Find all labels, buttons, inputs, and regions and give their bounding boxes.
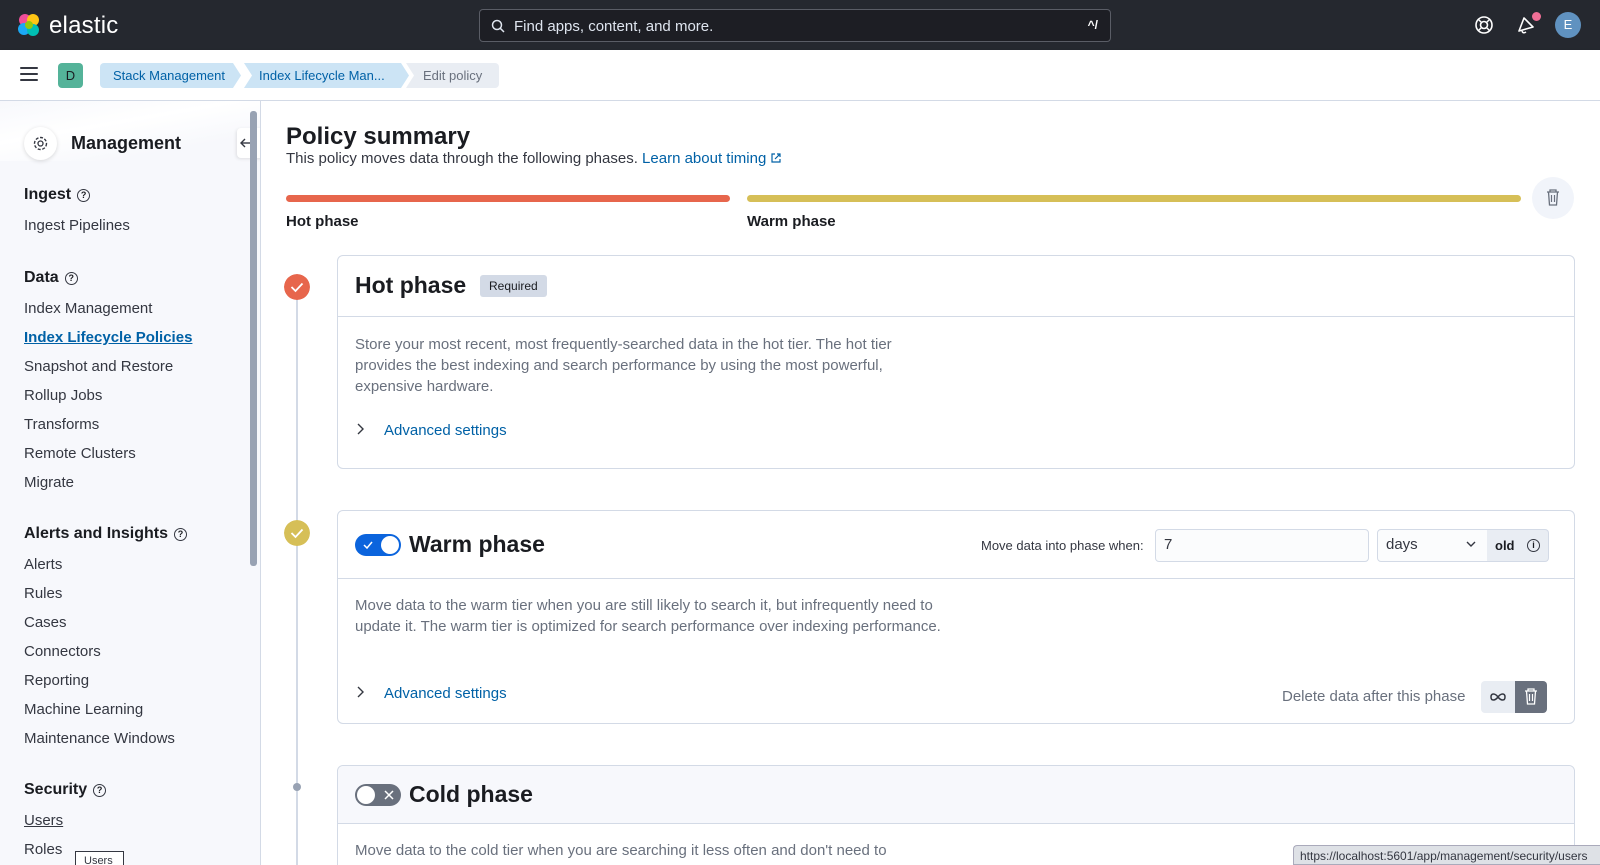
breadcrumb-bar: D Stack Management Index Lifecycle Man..… <box>0 50 1600 101</box>
breadcrumb-stack-management[interactable]: Stack Management <box>100 63 241 88</box>
check-icon <box>363 541 373 550</box>
min-age-append: old i <box>1487 529 1549 562</box>
trash-icon <box>1547 189 1559 206</box>
user-avatar[interactable]: E <box>1555 12 1581 38</box>
search-icon <box>491 19 505 33</box>
hot-phase-bar <box>286 195 730 202</box>
keep-forever-button[interactable] <box>1481 681 1515 713</box>
cross-icon <box>384 790 394 800</box>
warm-phase-bar <box>747 195 1521 202</box>
info-icon: i <box>1527 539 1540 552</box>
global-search-input[interactable]: Find apps, content, and more. ^/ <box>479 9 1111 42</box>
hot-phase-panel: Hot phase Required Store your most recen… <box>337 255 1575 469</box>
sidebar-item-transforms[interactable]: Transforms <box>24 416 99 433</box>
notification-dot <box>1532 12 1541 21</box>
breadcrumb-index-lifecycle[interactable]: Index Lifecycle Man... <box>244 63 409 88</box>
external-link-icon <box>771 153 782 163</box>
sidebar-item-maintenance-windows[interactable]: Maintenance Windows <box>24 730 175 747</box>
warm-phase-toggle[interactable] <box>355 534 401 556</box>
warm-phase-panel: Warm phase Move data into phase when: 7 … <box>337 510 1575 724</box>
min-age-input[interactable]: 7 <box>1155 529 1369 562</box>
sidebar-item-cases[interactable]: Cases <box>24 614 67 631</box>
move-data-label: Move data into phase when: <box>981 538 1144 553</box>
cold-phase-dot <box>293 783 301 791</box>
trash-icon <box>1525 688 1537 705</box>
required-badge: Required <box>480 275 547 297</box>
search-shortcut: ^/ <box>1087 18 1098 32</box>
elastic-logo-icon[interactable] <box>16 12 42 38</box>
hot-phase-description: Store your most recent, most frequently-… <box>355 336 892 395</box>
sidebar-item-ingest-pipelines[interactable]: Ingest Pipelines <box>24 217 130 234</box>
sidebar-item-remote-clusters[interactable]: Remote Clusters <box>24 445 136 462</box>
warm-phase-title: Warm phase <box>409 531 545 557</box>
help-icon: ? <box>64 272 78 285</box>
cold-phase-toggle[interactable] <box>355 784 401 806</box>
hot-phase-summary-label: Hot phase <box>286 213 359 230</box>
cold-phase-description: Move data to the cold tier when you are … <box>355 842 887 859</box>
sidebar-item-rollup-jobs[interactable]: Rollup Jobs <box>24 387 102 404</box>
help-icon: ? <box>77 189 91 202</box>
chevron-down-icon <box>1466 541 1476 547</box>
sidebar-scrollbar[interactable] <box>250 111 257 566</box>
help-icon: ? <box>174 528 188 541</box>
tooltip-users: Users <box>75 851 124 865</box>
sidebar-item-connectors[interactable]: Connectors <box>24 643 101 660</box>
section-ingest: Ingest? <box>24 186 91 204</box>
collapse-sidebar-icon[interactable] <box>237 128 260 158</box>
help-icon[interactable] <box>1473 14 1495 36</box>
top-header: elastic Find apps, content, and more. ^/… <box>0 0 1600 50</box>
search-placeholder: Find apps, content, and more. <box>514 18 714 35</box>
space-selector-avatar[interactable]: D <box>58 63 83 88</box>
page-title: Policy summary <box>286 123 471 150</box>
cold-phase-title: Cold phase <box>409 781 533 807</box>
sidebar-item-alerts[interactable]: Alerts <box>24 556 62 573</box>
brand-name[interactable]: elastic <box>49 12 118 40</box>
section-data: Data? <box>24 269 78 287</box>
management-gear-icon <box>24 127 57 160</box>
infinity-icon <box>1490 693 1506 701</box>
hot-phase-check-icon <box>284 274 310 300</box>
sidebar-item-rules[interactable]: Rules <box>24 585 62 602</box>
phase-timeline <box>296 286 298 865</box>
section-alerts-insights: Alerts and Insights? <box>24 525 188 543</box>
sidebar-item-migrate[interactable]: Migrate <box>24 474 74 491</box>
status-bar-url: https://localhost:5601/app/management/se… <box>1293 845 1600 865</box>
sidebar-item-index-management[interactable]: Index Management <box>24 300 152 317</box>
warm-advanced-settings-toggle[interactable]: Advanced settings <box>355 685 507 702</box>
sidebar-item-snapshot-restore[interactable]: Snapshot and Restore <box>24 358 173 375</box>
hot-phase-title: Hot phase <box>355 272 467 298</box>
min-age-unit-select[interactable]: days <box>1377 529 1488 562</box>
main-content: Policy summary This policy moves data th… <box>261 101 1600 865</box>
learn-timing-link[interactable]: Learn about timing <box>642 150 782 167</box>
menu-toggle-icon[interactable] <box>20 67 38 81</box>
sidebar-item-reporting[interactable]: Reporting <box>24 672 89 689</box>
delete-phase-button[interactable] <box>1532 177 1574 219</box>
policy-summary-text: This policy moves data through the follo… <box>286 150 782 167</box>
warm-phase-summary-label: Warm phase <box>747 213 836 230</box>
warm-phase-check-icon <box>284 520 310 546</box>
chevron-right-icon <box>355 685 371 702</box>
breadcrumb-edit-policy: Edit policy <box>406 63 499 88</box>
sidebar-item-index-lifecycle-policies[interactable]: Index Lifecycle Policies <box>24 329 192 346</box>
section-security: Security? <box>24 781 107 799</box>
sidebar-title: Management <box>71 133 182 153</box>
hot-advanced-settings-toggle[interactable]: Advanced settings <box>355 422 507 439</box>
delete-after-phase-button[interactable] <box>1515 681 1547 713</box>
chevron-right-icon <box>355 422 371 439</box>
management-sidebar: Management Ingest? Ingest Pipelines Data… <box>0 101 261 865</box>
sidebar-item-machine-learning[interactable]: Machine Learning <box>24 701 143 718</box>
warm-phase-description: Move data to the warm tier when you are … <box>355 597 941 635</box>
delete-after-phase-label: Delete data after this phase <box>1282 688 1466 705</box>
sidebar-item-roles[interactable]: Roles <box>24 841 62 858</box>
sidebar-item-users[interactable]: Users <box>24 812 63 829</box>
help-icon: ? <box>93 784 107 797</box>
